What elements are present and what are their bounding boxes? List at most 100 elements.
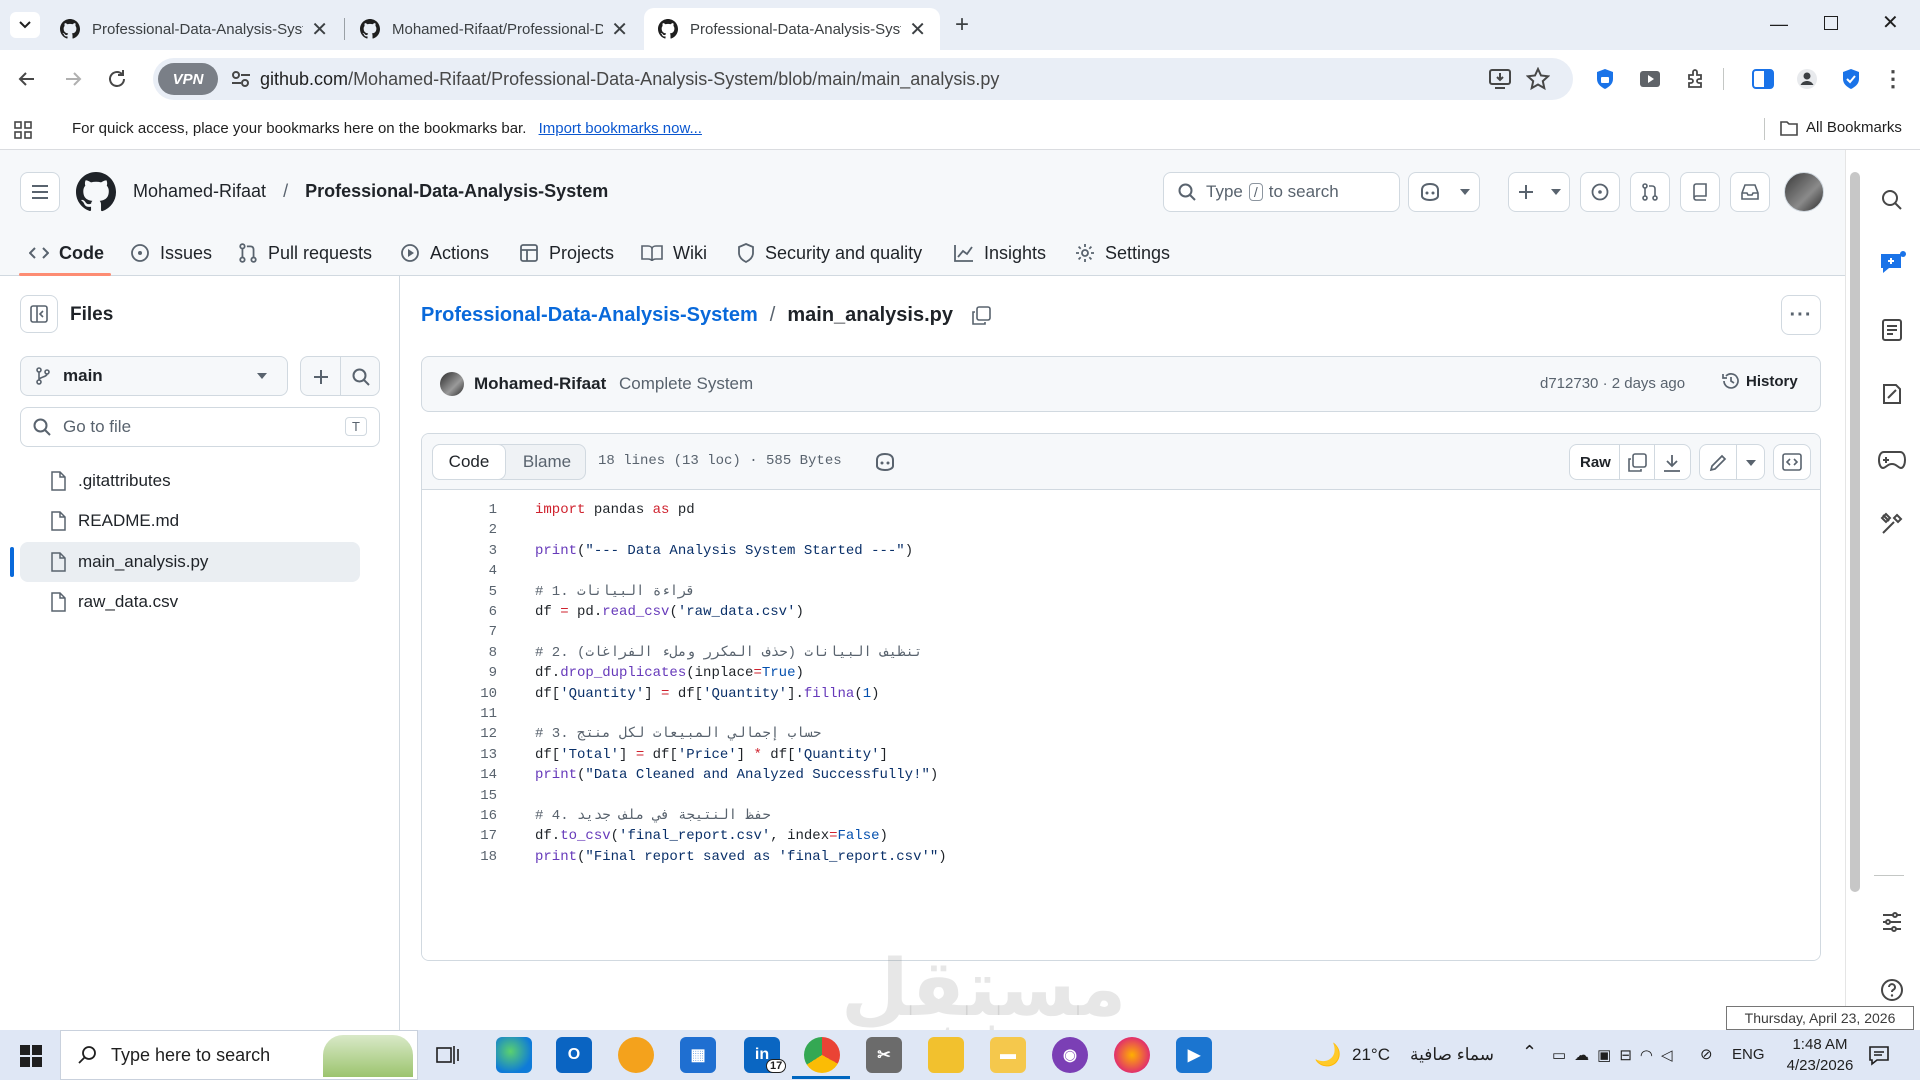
raw-button[interactable]: Raw [1580, 454, 1611, 471]
file-tree-item[interactable]: README.md [20, 501, 360, 541]
nav-projects[interactable]: Projects [519, 230, 614, 276]
nav-code[interactable]: Code [29, 230, 104, 276]
more-options-button[interactable]: ··· [1781, 295, 1821, 335]
commit-author-avatar[interactable] [440, 372, 464, 396]
branch-selector[interactable]: main [20, 356, 288, 396]
search-icon[interactable] [352, 368, 370, 386]
notes-icon[interactable] [1880, 382, 1904, 406]
file-tree-item-selected[interactable]: main_analysis.py [20, 542, 360, 582]
minimize-button[interactable]: — [1770, 14, 1788, 35]
help-icon[interactable] [1880, 978, 1904, 1002]
code-line[interactable]: 18 print("Final report saved as 'final_re… [422, 845, 1820, 870]
commit-author[interactable]: Mohamed-Rifaat [474, 374, 606, 394]
chrome-icon[interactable] [804, 1037, 840, 1073]
extension-shield-button[interactable] [1590, 64, 1620, 94]
tools-icon[interactable] [1880, 512, 1904, 536]
side-panel-button[interactable] [1748, 64, 1778, 94]
tray-icons[interactable]: ▭☁▣⊟◠◁ [1552, 1046, 1681, 1064]
global-nav-menu-button[interactable] [20, 172, 60, 212]
nav-actions[interactable]: Actions [400, 230, 489, 276]
outlook-icon[interactable]: O [556, 1037, 592, 1073]
url-text[interactable]: github.com/Mohamed-Rifaat/Professional-D… [260, 69, 999, 90]
linkedin-icon[interactable]: in 17 [744, 1037, 787, 1073]
caret-down-icon[interactable] [1746, 460, 1756, 466]
taskbar-search-input[interactable]: Type here to search [60, 1030, 418, 1080]
copy-path-icon[interactable] [971, 305, 991, 326]
symbols-panel-button[interactable] [1773, 444, 1811, 480]
issues-shortcut-button[interactable] [1580, 172, 1620, 212]
task-view-icon[interactable] [436, 1044, 460, 1066]
game-controller-icon[interactable] [1878, 448, 1906, 470]
all-bookmarks-button[interactable]: All Bookmarks [1780, 119, 1902, 136]
clock[interactable]: 1:48 AM 4/23/2026 [1780, 1034, 1860, 1076]
file-explorer-icon[interactable]: ▬ [990, 1037, 1026, 1073]
new-tab-button[interactable]: + [948, 12, 976, 40]
create-new-button[interactable] [1508, 172, 1570, 212]
plus-icon[interactable] [313, 369, 329, 385]
page-scrollbar[interactable] [1846, 160, 1860, 900]
close-icon[interactable]: ✕ [611, 17, 628, 42]
nav-pull-requests[interactable]: Pull requests [238, 230, 372, 276]
search-input[interactable]: Type / to search [1163, 172, 1400, 212]
back-button[interactable] [12, 64, 42, 94]
repo-name-link[interactable]: Professional-Data-Analysis-System [305, 181, 608, 201]
copilot-icon[interactable] [874, 452, 896, 472]
nav-issues[interactable]: Issues [130, 230, 212, 276]
go-to-file-input[interactable]: Go to file T [20, 407, 380, 447]
copilot-button[interactable] [1408, 172, 1480, 212]
pull-requests-shortcut-button[interactable] [1630, 172, 1670, 212]
edge-icon[interactable] [496, 1037, 532, 1073]
weather-description[interactable]: سماء صافية [1410, 1045, 1494, 1065]
inbox-button[interactable] [1730, 172, 1770, 212]
site-settings-icon[interactable] [231, 70, 251, 88]
close-icon[interactable]: ✕ [909, 17, 926, 42]
notification-icon[interactable] [1868, 1044, 1890, 1066]
commit-message[interactable]: Complete System [619, 374, 753, 394]
collapse-files-button[interactable] [20, 295, 58, 333]
browser-app-icon[interactable] [618, 1037, 654, 1073]
browser-tab-2[interactable]: Mohamed-Rifaat/Professional-D ✕ [346, 8, 642, 50]
commit-meta[interactable]: d712730 · 2 days ago [1540, 375, 1685, 392]
nav-wiki[interactable]: Wiki [641, 230, 707, 276]
breadcrumb-repo-link[interactable]: Professional-Data-Analysis-System [421, 304, 758, 327]
close-window-button[interactable]: ✕ [1882, 10, 1899, 35]
reading-list-icon[interactable] [1880, 318, 1904, 342]
github-desktop-icon[interactable]: ◉ [1052, 1037, 1088, 1073]
repositories-button[interactable] [1680, 172, 1720, 212]
copy-icon[interactable] [1627, 453, 1647, 473]
extension-video-button[interactable] [1635, 64, 1665, 94]
repo-owner-link[interactable]: Mohamed-Rifaat [133, 181, 266, 201]
chevron-up-icon[interactable]: ⌃ [1522, 1042, 1537, 1063]
network-status-icon[interactable]: ⊘ [1700, 1045, 1713, 1063]
profile-button[interactable] [1792, 64, 1822, 94]
vpn-badge[interactable]: VPN [158, 63, 218, 95]
weather-temperature[interactable]: 21°C [1352, 1045, 1390, 1065]
blame-tab[interactable]: Blame [509, 445, 585, 479]
video-editor-icon[interactable]: ▶ [1176, 1037, 1212, 1073]
firefox-icon[interactable] [1114, 1037, 1150, 1073]
history-button[interactable]: History [1722, 372, 1798, 390]
github-logo-icon[interactable] [76, 172, 116, 212]
import-bookmarks-link[interactable]: Import bookmarks now... [539, 120, 702, 137]
files-app-icon[interactable] [928, 1037, 964, 1073]
scrollbar-thumb[interactable] [1850, 172, 1860, 892]
restore-button[interactable] [1824, 16, 1838, 30]
star-icon[interactable] [1526, 67, 1550, 91]
tools-app-icon[interactable]: ✂ [866, 1037, 902, 1073]
file-tree-item[interactable]: .gitattributes [20, 461, 360, 501]
reload-button[interactable] [102, 64, 132, 94]
customize-icon[interactable] [1880, 910, 1904, 934]
windows-start-icon[interactable] [20, 1045, 42, 1067]
chrome-menu-button[interactable]: ⋮ [1878, 64, 1908, 94]
code-tab[interactable]: Code [432, 444, 506, 480]
language-indicator[interactable]: ENG [1732, 1046, 1765, 1063]
line-number[interactable]: 18 [422, 845, 497, 870]
apps-grid-icon[interactable] [14, 121, 32, 139]
download-icon[interactable] [1662, 453, 1682, 473]
nav-settings[interactable]: Settings [1075, 230, 1170, 276]
forward-button[interactable] [58, 64, 88, 94]
nav-insights[interactable]: Insights [954, 230, 1046, 276]
install-app-icon[interactable] [1488, 68, 1512, 90]
chat-icon[interactable] [1879, 250, 1907, 276]
browser-tab-3-active[interactable]: Professional-Data-Analysis-Syst ✕ [644, 8, 940, 50]
